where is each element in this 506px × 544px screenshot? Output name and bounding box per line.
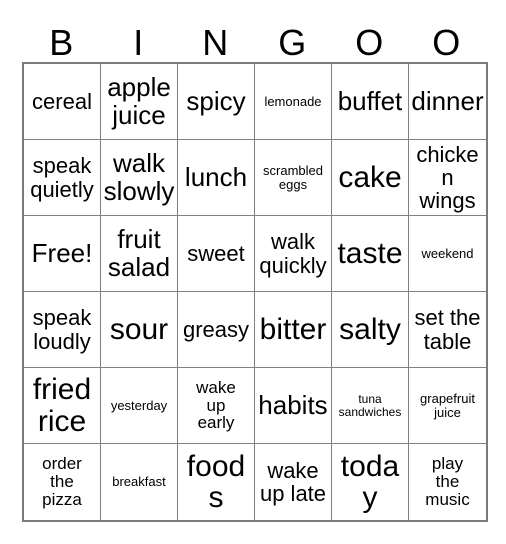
bingo-cell-label: speak loudly	[32, 305, 92, 354]
bingo-cell-r5-c5[interactable]: play the music	[409, 444, 486, 520]
bingo-cell-label: yesterday	[110, 397, 168, 413]
bingo-cell-label: today	[340, 449, 400, 514]
bingo-cell-r0-c2[interactable]: spicy	[178, 64, 255, 139]
bingo-cell-r1-c3[interactable]: scrambled eggs	[255, 140, 332, 215]
bingo-row: speak quietly walk slowly lunch scrambled eggs…	[24, 140, 486, 216]
bingo-cell-r3-c5[interactable]: set the table	[409, 292, 486, 367]
bingo-cell-label: walk slowly	[103, 148, 175, 206]
bingo-cell-label: lemonade	[264, 93, 322, 109]
bingo-cell-label: order the pizza	[42, 454, 82, 509]
bingo-cell-label: dinner	[411, 85, 484, 116]
bingo-cell-label: breakfast	[112, 474, 166, 490]
bingo-cell-r4-c0[interactable]: fried rice	[24, 368, 101, 443]
bingo-cell-label: sour	[109, 312, 169, 346]
bingo-cell-r2-c1[interactable]: fruit salad	[101, 216, 178, 291]
bingo-cell-r5-c0[interactable]: order the pizza	[24, 444, 101, 520]
bingo-cell-r3-c1[interactable]: sour	[101, 292, 178, 367]
bingo-header-letter-0: B	[49, 22, 74, 63]
bingo-cell-r2-c2[interactable]: sweet	[178, 216, 255, 291]
bingo-cell-r3-c0[interactable]: speak loudly	[24, 292, 101, 367]
bingo-header-row: BINGOO	[23, 14, 485, 62]
bingo-cell-label: fried rice	[32, 373, 92, 438]
bingo-cell-label: scrambled eggs	[263, 162, 323, 192]
bingo-card: B I N G O O cereal apple juice spicy lemonade buff…	[0, 0, 506, 544]
bingo-cell-r4-c5[interactable]: grapefruit juice	[409, 368, 486, 443]
bingo-cell-r5-c4[interactable]: today	[332, 444, 409, 520]
bingo-cell-label: cereal	[32, 88, 92, 114]
bingo-cell-r2-c3[interactable]: walk quickly	[255, 216, 332, 291]
bingo-cell-r5-c3[interactable]: wake up late	[255, 444, 332, 520]
bingo-cell-label: cake	[338, 160, 402, 194]
bingo-cell-label: buffet	[337, 85, 403, 116]
bingo-cell-r1-c0[interactable]: speak quietly	[24, 140, 101, 215]
bingo-cell-label: fruit salad	[107, 224, 171, 282]
bingo-cell-r4-c1[interactable]: yesterday	[101, 368, 178, 443]
bingo-cell-r0-c5[interactable]: dinner	[409, 64, 486, 139]
bingo-cell-r1-c2[interactable]: lunch	[178, 140, 255, 215]
bingo-header-letter-1: I	[133, 22, 144, 63]
bingo-cell-label: walk quickly	[259, 229, 327, 278]
bingo-header-letter-4: O	[355, 22, 384, 63]
bingo-cell-r0-c0[interactable]: cereal	[24, 64, 101, 139]
bingo-cell-r1-c5[interactable]: chicken wings	[409, 140, 486, 215]
bingo-cell-r0-c1[interactable]: apple juice	[101, 64, 178, 139]
bingo-cell-label: Free!	[31, 237, 93, 268]
bingo-cell-r2-c4[interactable]: taste	[332, 216, 409, 291]
bingo-cell-label: apple juice	[107, 72, 171, 130]
bingo-cell-r3-c3[interactable]: bitter	[255, 292, 332, 367]
bingo-cell-r2-c0[interactable]: Free!	[24, 216, 101, 291]
bingo-cell-r5-c1[interactable]: breakfast	[101, 444, 178, 520]
bingo-cell-r2-c5[interactable]: weekend	[409, 216, 486, 291]
bingo-cell-r5-c2[interactable]: foods	[178, 444, 255, 520]
bingo-cell-label: habits	[258, 389, 328, 420]
bingo-cell-r1-c1[interactable]: walk slowly	[101, 140, 178, 215]
bingo-header-letter-3: G	[278, 22, 307, 63]
bingo-cell-label: weekend	[421, 245, 474, 261]
bingo-cell-r3-c2[interactable]: greasy	[178, 292, 255, 367]
bingo-cell-r4-c3[interactable]: habits	[255, 368, 332, 443]
bingo-cell-label: play the music	[425, 454, 470, 509]
bingo-cell-label: wake up early	[196, 377, 236, 433]
bingo-row: order the pizza breakfast foods wake up late to…	[24, 444, 486, 520]
bingo-grid: cereal apple juice spicy lemonade buffet dinne…	[22, 62, 488, 522]
bingo-cell-label: bitter	[259, 312, 327, 346]
bingo-header-letter-2: N	[202, 22, 229, 63]
bingo-cell-label: spicy	[186, 85, 246, 116]
bingo-cell-label: wake up late	[259, 457, 327, 506]
bingo-cell-r0-c3[interactable]: lemonade	[255, 64, 332, 139]
bingo-row: speak loudly sour greasy bitter salty set the t…	[24, 292, 486, 368]
bingo-cell-label: speak quietly	[30, 153, 94, 202]
bingo-cell-label: sweet	[187, 240, 245, 266]
bingo-cell-r4-c4[interactable]: tuna sandwiches	[332, 368, 409, 443]
bingo-cell-label: foods	[186, 449, 246, 514]
bingo-row: cereal apple juice spicy lemonade buffet dinne…	[24, 64, 486, 140]
bingo-cell-label: taste	[337, 236, 403, 270]
bingo-cell-label: set the table	[414, 305, 481, 354]
bingo-row: Free! fruit salad sweet walk quickly taste week…	[24, 216, 486, 292]
bingo-cell-r4-c2[interactable]: wake up early	[178, 368, 255, 443]
bingo-cell-label: greasy	[182, 316, 250, 342]
bingo-cell-label: grapefruit juice	[420, 390, 475, 420]
bingo-row: fried rice yesterday wake up early habits tuna s…	[24, 368, 486, 444]
bingo-header-letter-5: O	[432, 22, 461, 63]
bingo-cell-label: lunch	[184, 161, 248, 192]
bingo-cell-label: tuna sandwiches	[338, 391, 402, 419]
bingo-cell-label: chicken wings	[416, 141, 479, 214]
bingo-cell-r3-c4[interactable]: salty	[332, 292, 409, 367]
bingo-cell-r0-c4[interactable]: buffet	[332, 64, 409, 139]
bingo-cell-r1-c4[interactable]: cake	[332, 140, 409, 215]
bingo-cell-label: salty	[339, 312, 401, 346]
